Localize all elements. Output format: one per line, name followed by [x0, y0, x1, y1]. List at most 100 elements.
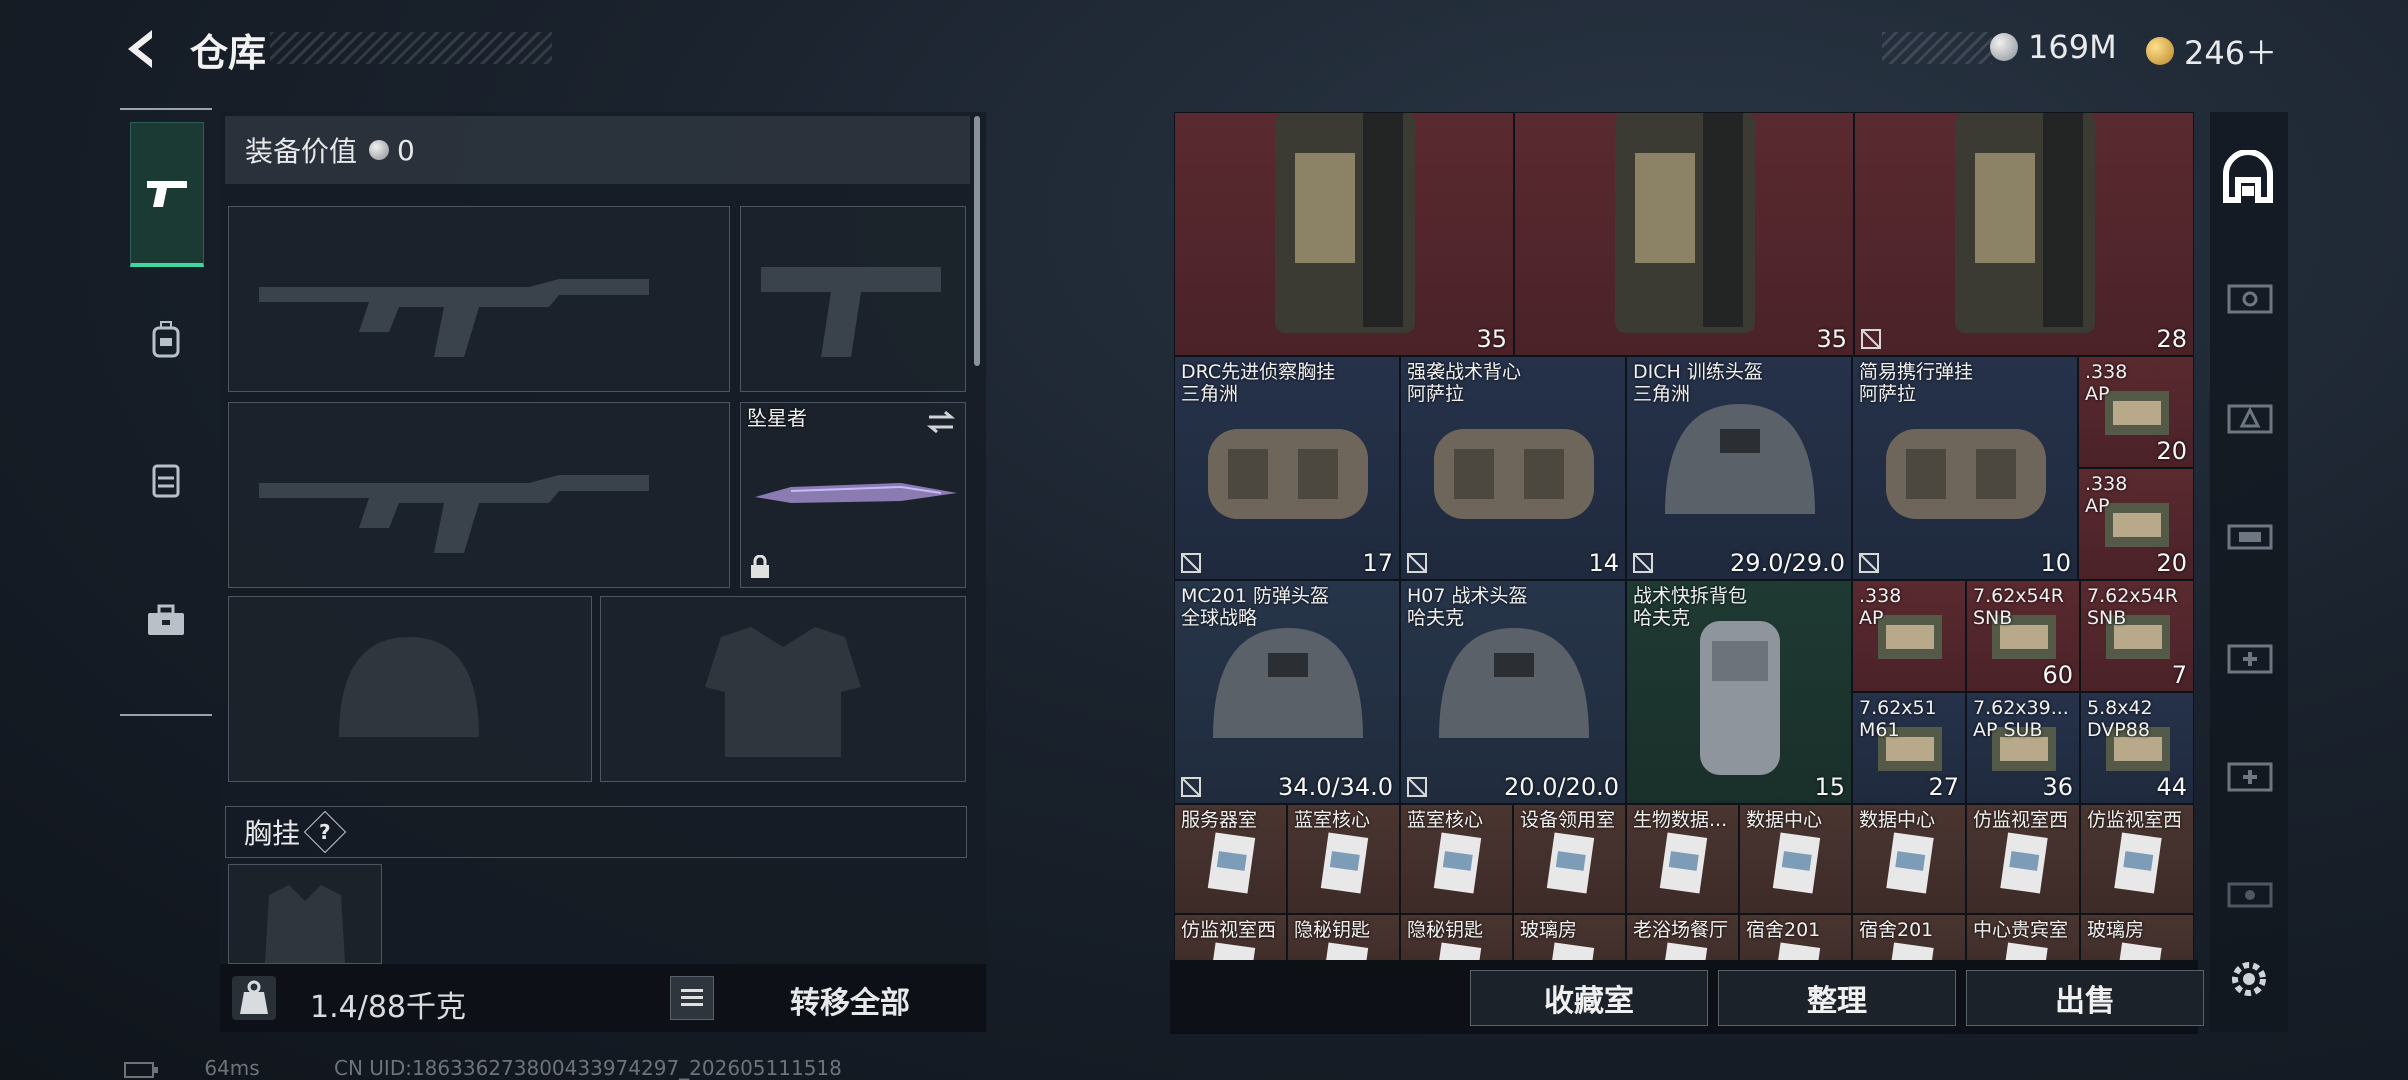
carry-weight: 1.4/88千克: [310, 990, 466, 1025]
lock-icon: [751, 555, 769, 578]
storage-item[interactable]: H07 战术头盔 哈夫克 20.0/20.0: [1400, 580, 1626, 804]
loadout-scrollbar[interactable]: [974, 116, 980, 366]
storage-item[interactable]: 35: [1174, 112, 1514, 356]
ping-value: 64ms: [204, 1056, 260, 1080]
storage-item[interactable]: 蓝室核心: [1287, 804, 1400, 914]
melee-name: 坠星者: [747, 406, 807, 430]
storage-item[interactable]: 数据中心: [1739, 804, 1852, 914]
gold-currency[interactable]: 246＋: [2146, 28, 2277, 74]
storage-item[interactable]: 玻璃房: [2080, 914, 2194, 960]
item-value: 60: [2042, 661, 2073, 689]
storage-item[interactable]: 7.62x51 M61 27: [1852, 692, 1966, 804]
storage-item[interactable]: DICH 训练头盔 三角洲 29.0/29.0: [1626, 356, 1852, 580]
primary-weapon-slot[interactable]: [228, 206, 730, 392]
bag-item-icon: [1175, 113, 1513, 355]
item-value: 20: [2156, 549, 2187, 577]
item-value: 35: [1476, 325, 1507, 353]
gold-coin-icon: [2146, 37, 2174, 65]
storage-item[interactable]: 隐秘钥匙: [1400, 914, 1513, 960]
sell-button[interactable]: 出售: [1966, 970, 2204, 1026]
secondary-weapon-slot[interactable]: [228, 402, 730, 588]
storage-grid: 35 35 28 DRC先进侦察胸挂 三角洲 17 强袭战术背心 阿萨拉 14 DICH 训练…: [1174, 112, 2194, 960]
sidearm-slot[interactable]: [740, 206, 966, 392]
storage-item[interactable]: 35: [1514, 112, 1854, 356]
melee-slot[interactable]: 坠星者: [740, 402, 966, 588]
swap-icon[interactable]: [925, 409, 957, 435]
storage-item[interactable]: 仿监视室西: [2080, 804, 2194, 914]
storage-item[interactable]: 7.62x54R SNB 7: [2080, 580, 2194, 692]
storage-page-6[interactable]: [2222, 748, 2278, 804]
silver-coin-icon: [369, 140, 390, 160]
transfer-all-button[interactable]: 转移全部: [740, 978, 960, 1022]
silver-amount: 169M: [2028, 28, 2117, 66]
sort-button[interactable]: 整理: [1718, 970, 1956, 1026]
storage-item[interactable]: MC201 防弹头盔 全球战略 34.0/34.0: [1174, 580, 1400, 804]
storage-item[interactable]: 玻璃房: [1513, 914, 1626, 960]
helmet-slot[interactable]: [228, 596, 592, 782]
storage-item[interactable]: 7.62x54R SNB 60: [1966, 580, 2080, 692]
item-name: 宿舍201: [1746, 919, 1821, 941]
storage-item[interactable]: 仿监视室西: [1174, 914, 1287, 960]
storage-item[interactable]: 数据中心: [1852, 804, 1966, 914]
item-name: H07 战术头盔 哈夫克: [1407, 585, 1528, 629]
case-icon: [2227, 284, 2273, 314]
item-name: 设备领用室: [1520, 809, 1616, 831]
storage-item[interactable]: 蓝室核心: [1400, 804, 1513, 914]
user-uid: CN UID:1863362738004339742​97_2026051115…: [334, 1056, 842, 1080]
tab-vest[interactable]: [130, 410, 202, 550]
storage-item[interactable]: 服务器室: [1174, 804, 1287, 914]
item-name: 生物数据...: [1633, 809, 1728, 831]
storage-item[interactable]: .338 AP 20: [2078, 356, 2194, 468]
item-value: 29.0/29.0: [1730, 549, 1845, 577]
silver-currency[interactable]: 169M: [1990, 28, 2117, 66]
item-name: .338 AP: [2085, 473, 2128, 517]
storage-page-2[interactable]: [2222, 270, 2278, 326]
help-mark: ?: [319, 819, 331, 844]
storage-page-3[interactable]: [2222, 390, 2278, 446]
storage-item[interactable]: 强袭战术背心 阿萨拉 14: [1400, 356, 1626, 580]
tab-backpack[interactable]: [130, 270, 202, 410]
storage-item[interactable]: 仿监视室西: [1966, 804, 2080, 914]
storage-item[interactable]: 7.62x39... AP SUB 36: [1966, 692, 2080, 804]
gold-amount: 246＋: [2184, 34, 2278, 72]
storage-item[interactable]: 5.8x42 DVP88 44: [2080, 692, 2194, 804]
storage-item[interactable]: .338 AP 20: [2078, 468, 2194, 580]
storage-item[interactable]: 生物数据...: [1626, 804, 1739, 914]
chest-rig-slot[interactable]: [228, 864, 382, 964]
equipment-value: 0: [397, 133, 415, 167]
item-value: 35: [1816, 325, 1847, 353]
settings-gear-icon[interactable]: [2224, 954, 2274, 1004]
list-view-button[interactable]: [670, 976, 714, 1020]
storage-item[interactable]: 28: [1854, 112, 2194, 356]
item-name: 数据中心: [1859, 809, 1936, 831]
back-arrow-icon[interactable]: [118, 26, 164, 72]
storage-item[interactable]: 老浴场餐厅: [1626, 914, 1739, 960]
storage-item[interactable]: DRC先进侦察胸挂 三角洲 17: [1174, 356, 1400, 580]
no-insure-icon: [1861, 329, 1881, 349]
storage-item[interactable]: 战术快拆背包 哈夫克 15: [1626, 580, 1852, 804]
storage-item[interactable]: 隐秘钥匙: [1287, 914, 1400, 960]
storage-page-5[interactable]: [2222, 630, 2278, 686]
storage-item[interactable]: 中心贵宾室: [1966, 914, 2080, 960]
storage-item[interactable]: 设备领用室: [1513, 804, 1626, 914]
armor-silhouette-icon: [705, 627, 861, 757]
tab-toolbox[interactable]: [130, 550, 202, 690]
storage-page-4[interactable]: [2222, 508, 2278, 564]
no-insure-icon: [1407, 553, 1427, 573]
storage-item[interactable]: 宿舍201: [1739, 914, 1852, 960]
storage-page-7[interactable]: [2222, 866, 2278, 922]
storage-item[interactable]: 宿舍201: [1852, 914, 1966, 960]
tab-weapons[interactable]: [130, 122, 204, 267]
rig-silhouette-icon: [265, 885, 345, 963]
home-storage-icon[interactable]: [2220, 150, 2276, 206]
storage-item[interactable]: .338 AP: [1852, 580, 1966, 692]
item-value: 20: [2156, 437, 2187, 465]
toolbox-icon: [148, 604, 184, 635]
item-name: 仿监视室西: [1181, 919, 1277, 941]
armor-slot[interactable]: [600, 596, 966, 782]
storage-item[interactable]: 简易携行弹挂 阿萨拉 10: [1852, 356, 2078, 580]
help-icon[interactable]: ?: [303, 810, 347, 854]
weight-icon: [232, 976, 276, 1020]
silver-coin-icon: [1990, 33, 2018, 61]
collection-room-button[interactable]: 收藏室: [1470, 970, 1708, 1026]
